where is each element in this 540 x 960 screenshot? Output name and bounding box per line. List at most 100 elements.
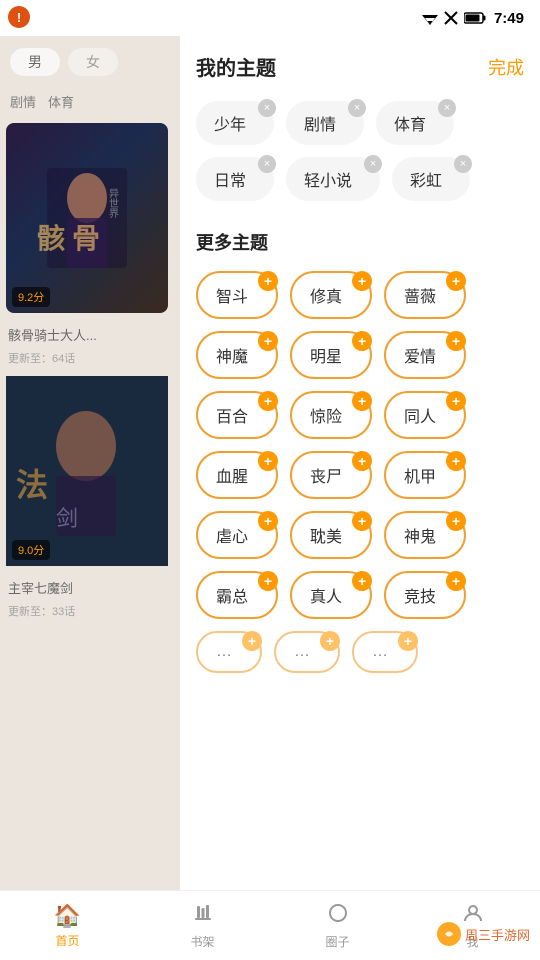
panel-header: 我的主题 完成 [196, 52, 524, 81]
add-theme-8[interactable]: + [446, 391, 466, 411]
comic-panel-1: 骸 骨 异世界 9.2分 [6, 123, 168, 313]
comic-panel-2: 法 剑 9.0分 [6, 376, 168, 566]
nav-bookshelf-label: 书架 [190, 933, 214, 950]
home-icon: 🏠 [54, 903, 81, 929]
more-theme-7[interactable]: 惊险 + [290, 391, 372, 439]
add-theme-0[interactable]: + [258, 271, 278, 291]
my-theme-tag-5[interactable]: 彩虹 × [392, 157, 470, 201]
svg-text:异世界: 异世界 [107, 188, 119, 219]
add-theme-4[interactable]: + [352, 331, 372, 351]
add-theme-14[interactable]: + [446, 511, 466, 531]
svg-text:骨: 骨 [72, 223, 100, 254]
more-theme-6[interactable]: 百合 + [196, 391, 278, 439]
remove-theme-1[interactable]: × [348, 99, 366, 117]
add-theme-11[interactable]: + [446, 451, 466, 471]
svg-text:剑: 剑 [56, 506, 78, 531]
nav-circle-label: 圈子 [325, 933, 349, 950]
left-panel: 男 女 剧情 体育 骸 骨 异世界 9.2分 骸骨骑士大人... 更新至：64话 [0, 36, 180, 960]
done-button[interactable]: 完成 [488, 54, 524, 80]
circle-icon [327, 902, 349, 930]
nav-home[interactable]: 🏠 首页 [0, 903, 135, 949]
add-theme-12[interactable]: + [258, 511, 278, 531]
add-theme-19[interactable]: + [320, 631, 340, 651]
nav-circle[interactable]: 圈子 [270, 902, 405, 950]
add-theme-2[interactable]: + [446, 271, 466, 291]
comic1-update: 更新至：64话 [0, 348, 180, 368]
svg-text:骸: 骸 [37, 223, 65, 254]
more-theme-16[interactable]: 真人 + [290, 571, 372, 619]
signal-icon [444, 11, 458, 25]
more-section-title: 更多主题 [196, 229, 524, 255]
wifi-icon [422, 11, 438, 25]
my-theme-tag-0[interactable]: 少年 × [196, 101, 274, 145]
more-theme-18[interactable]: … + [196, 631, 262, 673]
comic-art-1: 骸 骨 异世界 [6, 123, 168, 313]
watermark: 周三手游网 [437, 922, 530, 946]
more-theme-0[interactable]: 智斗 + [196, 271, 278, 319]
more-theme-5[interactable]: 爱情 + [384, 331, 466, 379]
comic2-update: 更新至：33话 [0, 601, 180, 621]
gender-female: 女 [68, 48, 118, 76]
my-theme-tag-1[interactable]: 剧情 × [286, 101, 364, 145]
nav-home-label: 首页 [55, 932, 79, 949]
add-theme-6[interactable]: + [258, 391, 278, 411]
comic2-title: 主宰七魔剑 [0, 574, 180, 601]
my-theme-tag-2[interactable]: 体育 × [376, 101, 454, 145]
left-tags: 剧情 体育 [0, 88, 180, 115]
comic1-score: 9.2分 [12, 287, 50, 307]
more-theme-12[interactable]: 虐心 + [196, 511, 278, 559]
comic2-score: 9.0分 [12, 540, 50, 560]
more-theme-4[interactable]: 明星 + [290, 331, 372, 379]
add-theme-16[interactable]: + [352, 571, 372, 591]
add-theme-9[interactable]: + [258, 451, 278, 471]
more-themes-container: 智斗 + 修真 + 蔷薇 + 神魔 + 明星 + 爱情 + 百合 + 惊险 + [196, 271, 524, 673]
my-theme-tag-4[interactable]: 轻小说 × [286, 157, 380, 201]
more-theme-3[interactable]: 神魔 + [196, 331, 278, 379]
more-theme-19[interactable]: … + [274, 631, 340, 673]
panel-title: 我的主题 [196, 52, 276, 81]
remove-theme-4[interactable]: × [364, 155, 382, 173]
main-panel: 我的主题 完成 少年 × 剧情 × 体育 × 日常 × 轻小说 × 彩虹 × [180, 36, 540, 890]
more-theme-20[interactable]: … + [352, 631, 418, 673]
add-theme-10[interactable]: + [352, 451, 372, 471]
comic-illustration-2: 法 剑 [6, 376, 168, 566]
more-theme-14[interactable]: 神鬼 + [384, 511, 466, 559]
more-theme-10[interactable]: 丧尸 + [290, 451, 372, 499]
status-icons [422, 11, 486, 25]
my-theme-tag-3[interactable]: 日常 × [196, 157, 274, 201]
bookshelf-icon [192, 902, 214, 930]
more-theme-1[interactable]: 修真 + [290, 271, 372, 319]
watermark-logo [437, 922, 461, 946]
comic-illustration-1: 骸 骨 异世界 [27, 148, 147, 288]
add-theme-1[interactable]: + [352, 271, 372, 291]
watermark-text: 周三手游网 [465, 925, 530, 944]
more-theme-15[interactable]: 霸总 + [196, 571, 278, 619]
comic1-title: 骸骨骑士大人... [0, 321, 180, 348]
add-theme-17[interactable]: + [446, 571, 466, 591]
more-theme-2[interactable]: 蔷薇 + [384, 271, 466, 319]
gender-male: 男 [10, 48, 60, 76]
add-theme-18[interactable]: + [242, 631, 262, 651]
add-theme-3[interactable]: + [258, 331, 278, 351]
svg-text:法: 法 [16, 467, 48, 503]
more-theme-8[interactable]: 同人 + [384, 391, 466, 439]
more-theme-17[interactable]: 竞技 + [384, 571, 466, 619]
add-theme-13[interactable]: + [352, 511, 372, 531]
more-theme-13[interactable]: 耽美 + [290, 511, 372, 559]
remove-theme-0[interactable]: × [258, 99, 276, 117]
more-theme-11[interactable]: 机甲 + [384, 451, 466, 499]
battery-icon [464, 12, 486, 24]
add-theme-7[interactable]: + [352, 391, 372, 411]
status-bar: 7:49 [0, 0, 540, 36]
remove-theme-3[interactable]: × [258, 155, 276, 173]
remove-theme-2[interactable]: × [438, 99, 456, 117]
add-theme-15[interactable]: + [258, 571, 278, 591]
nav-bookshelf[interactable]: 书架 [135, 902, 270, 950]
remove-theme-5[interactable]: × [454, 155, 472, 173]
gender-row: 男 女 [0, 36, 180, 88]
add-theme-5[interactable]: + [446, 331, 466, 351]
more-theme-9[interactable]: 血腥 + [196, 451, 278, 499]
my-themes-container: 少年 × 剧情 × 体育 × 日常 × 轻小说 × 彩虹 × [196, 101, 524, 201]
add-theme-20[interactable]: + [398, 631, 418, 651]
warning-badge: ! [8, 6, 30, 28]
